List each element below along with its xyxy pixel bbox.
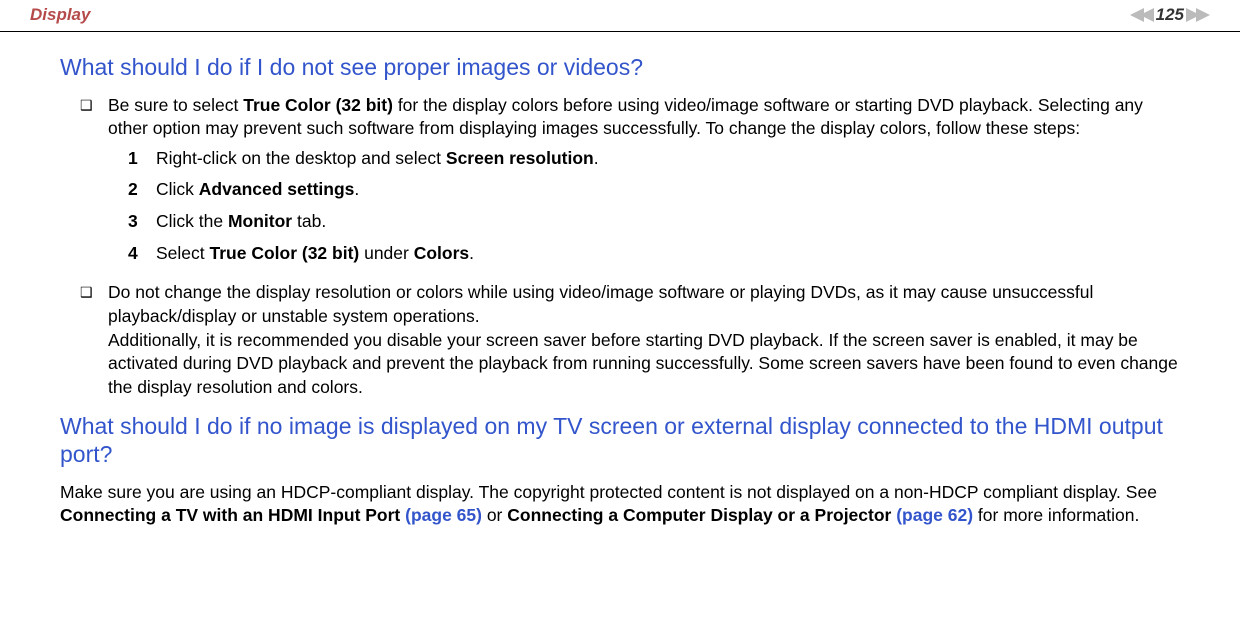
text: Select <box>156 243 210 263</box>
text: Click the <box>156 211 228 231</box>
q2-heading: What should I do if no image is displaye… <box>60 413 1180 468</box>
header-right: 125 <box>1130 4 1210 27</box>
step-number: 1 <box>128 147 156 171</box>
paragraph: Additionally, it is recommended you disa… <box>108 329 1180 400</box>
bold-text: Connecting a Computer Display or a Proje… <box>507 505 896 525</box>
bullet-text: Be sure to select True Color (32 bit) fo… <box>108 94 1180 274</box>
nav-forward-arrows[interactable] <box>1190 8 1210 22</box>
bold-text: True Color (32 bit) <box>210 243 360 263</box>
step-number: 3 <box>128 210 156 234</box>
step-text: Click the Monitor tab. <box>156 210 1180 234</box>
q1-heading: What should I do if I do not see proper … <box>60 54 1180 82</box>
step-item: 1 Right-click on the desktop and select … <box>128 147 1180 171</box>
text: for more information. <box>973 505 1139 525</box>
bullet-item: ❑ Be sure to select True Color (32 bit) … <box>60 94 1180 274</box>
text: . <box>469 243 474 263</box>
page-header: Display 125 <box>0 0 1240 32</box>
text: . <box>354 179 359 199</box>
step-item: 4 Select True Color (32 bit) under Color… <box>128 242 1180 266</box>
bullet-item: ❑ Do not change the display resolution o… <box>60 281 1180 399</box>
page-link[interactable]: (page 62) <box>896 505 973 525</box>
page-number: 125 <box>1156 4 1184 27</box>
nav-back-arrows[interactable] <box>1130 8 1150 22</box>
step-list: 1 Right-click on the desktop and select … <box>108 147 1180 266</box>
text: Click <box>156 179 199 199</box>
text: under <box>359 243 413 263</box>
bold-text: True Color (32 bit) <box>243 95 393 115</box>
step-text: Right-click on the desktop and select Sc… <box>156 147 1180 171</box>
arrow-left-icon <box>1140 8 1154 22</box>
step-item: 3 Click the Monitor tab. <box>128 210 1180 234</box>
text: Right-click on the desktop and select <box>156 148 446 168</box>
arrow-right-icon <box>1196 8 1210 22</box>
text: Make sure you are using an HDCP-complian… <box>60 482 1157 502</box>
bold-text: Advanced settings <box>199 179 355 199</box>
step-text: Select True Color (32 bit) under Colors. <box>156 242 1180 266</box>
section-label: Display <box>30 4 90 27</box>
bullet-square-icon: ❑ <box>80 281 108 399</box>
bold-text: Colors <box>414 243 469 263</box>
page-link[interactable]: (page 65) <box>405 505 482 525</box>
bullet-square-icon: ❑ <box>80 94 108 274</box>
paragraph: Do not change the display resolution or … <box>108 281 1180 328</box>
paragraph: Make sure you are using an HDCP-complian… <box>60 481 1180 528</box>
bold-text: Screen resolution <box>446 148 594 168</box>
text: or <box>482 505 507 525</box>
step-number: 4 <box>128 242 156 266</box>
bold-text: Monitor <box>228 211 292 231</box>
page-content: What should I do if I do not see proper … <box>0 32 1240 528</box>
bold-text: Connecting a TV with an HDMI Input Port <box>60 505 405 525</box>
step-number: 2 <box>128 178 156 202</box>
text: . <box>594 148 599 168</box>
text: tab. <box>292 211 326 231</box>
step-item: 2 Click Advanced settings. <box>128 178 1180 202</box>
bullet-text: Do not change the display resolution or … <box>108 281 1180 399</box>
step-text: Click Advanced settings. <box>156 178 1180 202</box>
text: Be sure to select <box>108 95 243 115</box>
